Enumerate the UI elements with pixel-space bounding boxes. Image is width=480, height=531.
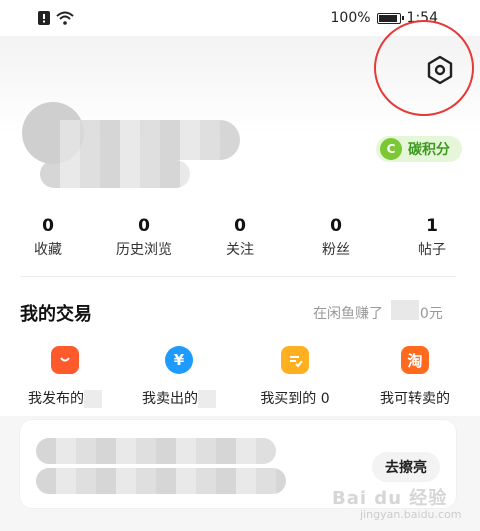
trade-bought[interactable]: 我买到的 0 (240, 346, 350, 408)
trade-label: 我发布的 (28, 391, 84, 407)
trade-label: 我可转卖的 (380, 391, 450, 407)
earnings-text[interactable]: 在闲鱼赚了 00元 (313, 303, 443, 323)
stat-label: 历史浏览 (116, 242, 172, 258)
trade-sold[interactable]: ¥ 我卖出的 (124, 346, 234, 408)
settings-button[interactable] (424, 54, 456, 86)
status-left (38, 10, 74, 29)
promo-title-mosaic (36, 438, 276, 464)
stat-history[interactable]: 0 历史浏览 (96, 216, 192, 259)
order-check-icon (281, 346, 309, 374)
baidu-watermark-url: jingyan.baidu.com (360, 508, 462, 521)
tao-icon: 淘 (401, 346, 429, 374)
hex-settings-icon (427, 55, 453, 85)
earnings-prefix: 在闲鱼赚了 (313, 306, 383, 322)
trade-label: 我卖出的 (142, 391, 198, 407)
stat-following[interactable]: 0 关注 (192, 216, 288, 259)
stat-value: 0 (330, 216, 342, 236)
carbon-c-icon: C (380, 138, 402, 160)
bag-icon (51, 346, 79, 374)
wifi-icon (56, 10, 74, 29)
username-mosaic (40, 120, 240, 160)
stat-followers[interactable]: 0 粉丝 (288, 216, 384, 259)
stat-label: 关注 (226, 242, 254, 258)
stat-value: 1 (426, 216, 438, 236)
baidu-watermark: Bai du 经验 (332, 488, 448, 509)
alert-icon (38, 10, 50, 29)
stat-label: 粉丝 (322, 242, 350, 258)
battery-percent: 100% (330, 10, 371, 26)
promo-subtitle-mosaic (36, 468, 286, 494)
trade-label: 我买到的 0 (260, 391, 330, 407)
status-bar: 100% 1:54 (0, 0, 480, 36)
stat-label: 收藏 (34, 242, 62, 258)
carbon-points-label: 碳积分 (408, 142, 450, 158)
stat-posts[interactable]: 1 帖子 (384, 216, 480, 259)
section-title: 我的交易 (20, 304, 92, 325)
stat-label: 帖子 (418, 242, 446, 258)
divider (20, 276, 456, 277)
stat-value: 0 (234, 216, 246, 236)
yen-icon: ¥ (165, 346, 193, 374)
clock: 1:54 (406, 10, 438, 26)
polish-button[interactable]: 去擦亮 (372, 452, 440, 482)
carbon-points-badge[interactable]: C 碳积分 (376, 136, 462, 162)
earnings-mosaic (391, 300, 419, 320)
stats-row: 0 收藏 0 历史浏览 0 关注 0 粉丝 1 帖子 (0, 216, 480, 266)
stat-value: 0 (138, 216, 150, 236)
battery-icon (376, 12, 404, 24)
stat-value: 0 (42, 216, 54, 236)
profile-info-mosaic (40, 160, 190, 188)
trade-published[interactable]: 我发布的 (10, 346, 120, 408)
trade-resellable[interactable]: 淘 我可转卖的 (360, 346, 470, 408)
stat-favorites[interactable]: 0 收藏 (0, 216, 96, 259)
status-right: 100% 1:54 (331, 10, 438, 26)
